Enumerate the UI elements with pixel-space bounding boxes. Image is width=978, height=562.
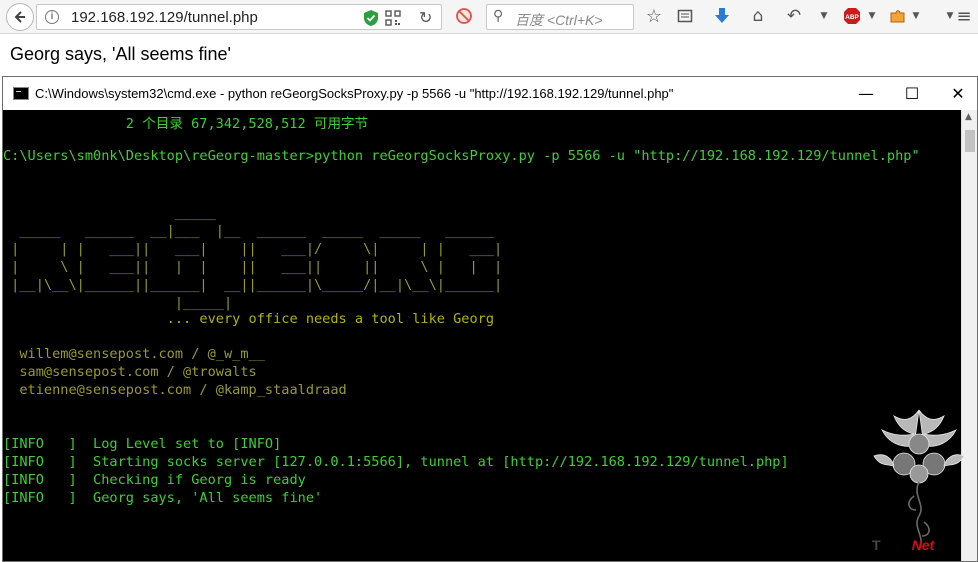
search-placeholder: 百度 <Ctrl+K>: [515, 12, 603, 28]
logo-line: _____: [3, 205, 216, 221]
reload-icon[interactable]: ↻: [419, 8, 432, 27]
reading-list-icon[interactable]: [675, 6, 695, 26]
qr-code-icon[interactable]: [385, 10, 401, 26]
log-line: [INFO ] Log Level set to [INFO]: [3, 436, 282, 452]
undo-icon[interactable]: ↶: [784, 6, 804, 26]
back-arrow-icon: [14, 11, 25, 23]
watermark-text: T Net: [872, 537, 934, 553]
scroll-thumb[interactable]: [965, 130, 975, 152]
logo-line: |_____|: [3, 295, 233, 311]
url-text[interactable]: 192.168.192.129/tunnel.php: [71, 9, 258, 26]
command-line: C:\Users\sm0nk\Desktop\reGeorg-master>py…: [3, 148, 920, 164]
log-line: [INFO ] Georg says, 'All seems fine': [3, 490, 323, 506]
credit-line: sam@sensepost.com / @trowalts: [3, 364, 257, 380]
menu-icon[interactable]: ≡: [954, 6, 974, 27]
puzzle-icon[interactable]: [888, 6, 908, 26]
puzzle-dropdown-icon[interactable]: ▼: [906, 6, 926, 26]
url-bar[interactable]: i 192.168.192.129/tunnel.php ↻: [36, 4, 442, 30]
undo-dropdown-icon[interactable]: ▼: [814, 6, 834, 26]
log-line: [INFO ] Starting socks server [127.0.0.1…: [3, 454, 789, 470]
logo-line: | | | ___|| ___| || ___|/ \| | | ___|: [3, 241, 503, 257]
close-button[interactable]: ✕: [935, 77, 978, 109]
logo-line: _____ ______ __|___ |__ ______ _____ ___…: [3, 223, 495, 239]
page-message: Georg says, 'All seems fine': [10, 44, 231, 64]
adblock-label: ABP: [845, 14, 859, 21]
star-icon[interactable]: ☆: [644, 6, 664, 27]
home-icon[interactable]: ⌂: [748, 6, 768, 26]
logo-line: |__|\__\|______||______| __||______|\___…: [3, 277, 503, 293]
dir-summary-line: 2 个目录 67,342,528,512 可用字节: [3, 116, 369, 132]
scroll-up-icon[interactable]: ▲: [965, 112, 972, 122]
logo-line: | \ | ___|| | | || ___|| || \ | | |: [3, 259, 503, 275]
browser-toolbar: i 192.168.192.129/tunnel.php ↻ ⚲ 百度 <Ctr…: [0, 0, 978, 34]
cmd-title: C:\Windows\system32\cmd.exe - python reG…: [35, 86, 674, 101]
console-output[interactable]: 2 个目录 67,342,528,512 可用字节 C:\Users\sm0nk…: [3, 110, 963, 561]
adblock-icon[interactable]: ABP: [842, 6, 862, 26]
watermark-suffix: Net: [911, 537, 935, 553]
search-box[interactable]: ⚲ 百度 <Ctrl+K>: [486, 4, 634, 30]
cmd-titlebar[interactable]: C:\Windows\system32\cmd.exe - python reG…: [3, 77, 977, 110]
maximize-button[interactable]: ☐: [889, 77, 935, 109]
log-line: [INFO ] Checking if Georg is ready: [3, 472, 306, 488]
download-icon[interactable]: [712, 6, 732, 26]
search-icon: ⚲: [493, 8, 504, 24]
minimize-button[interactable]: —: [843, 77, 889, 109]
watermark-prefix: T: [872, 537, 881, 553]
watermark-ornament-icon: [873, 409, 965, 551]
adblock-dropdown-icon[interactable]: ▼: [862, 6, 882, 26]
tagline: ... every office needs a tool like Georg: [3, 311, 495, 327]
block-icon[interactable]: [454, 6, 474, 26]
shield-icon[interactable]: [363, 9, 379, 27]
info-icon[interactable]: i: [45, 10, 59, 24]
cmd-window: C:\Windows\system32\cmd.exe - python reG…: [2, 76, 978, 562]
credit-line: willem@sensepost.com / @_w_m__: [3, 346, 265, 362]
cmd-icon: [13, 87, 29, 100]
credit-line: etienne@sensepost.com / @kamp_staaldraad: [3, 382, 347, 398]
back-button[interactable]: [6, 3, 34, 31]
